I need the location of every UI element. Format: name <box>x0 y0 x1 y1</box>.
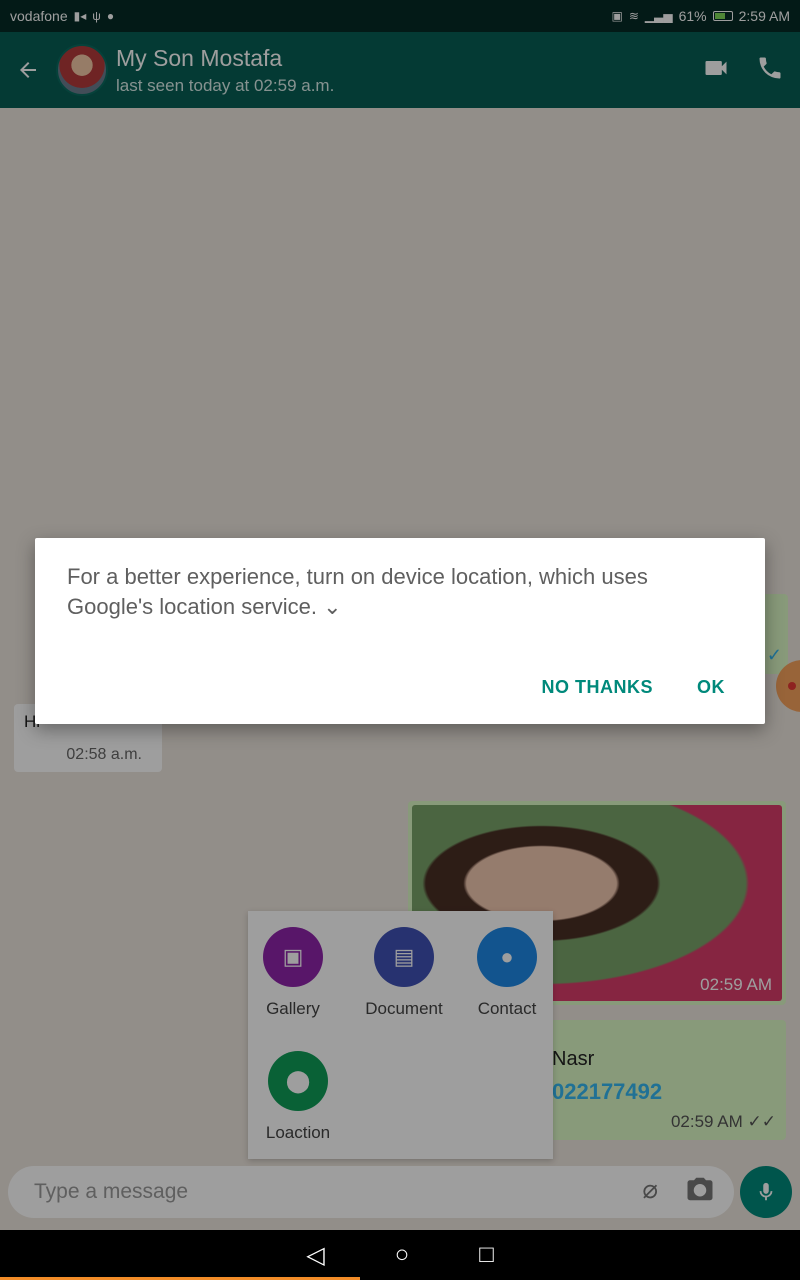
nav-back-icon[interactable]: ◁ <box>306 1241 324 1270</box>
ok-button[interactable]: OK <box>697 677 725 698</box>
dialog-message: For a better experience, turn on device … <box>67 562 733 622</box>
dialog-message-text: For a better experience, turn on device … <box>67 564 648 619</box>
expand-chevron-icon[interactable]: ⌄ <box>323 594 341 619</box>
nav-recents-icon[interactable]: □ <box>479 1241 494 1269</box>
no-thanks-button[interactable]: NO THANKS <box>542 677 654 698</box>
system-nav-bar: ◁ ○ □ <box>0 1230 800 1280</box>
location-dialog: For a better experience, turn on device … <box>35 538 765 724</box>
nav-home-icon[interactable]: ○ <box>395 1241 410 1269</box>
dialog-actions: NO THANKS OK <box>542 677 726 698</box>
